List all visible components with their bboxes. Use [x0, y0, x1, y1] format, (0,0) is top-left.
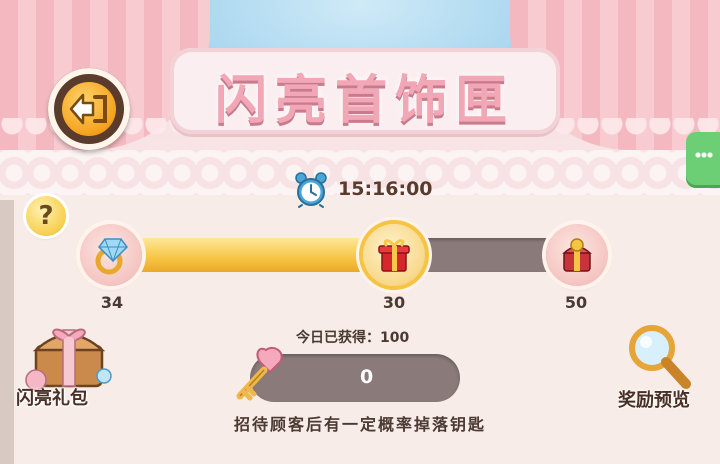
treasure-chest-icon: [25, 328, 112, 391]
title-banner: 闪亮首饰匣: [170, 48, 560, 134]
page-title: 闪亮首饰匣: [214, 71, 515, 131]
treasure-box-icon: [562, 238, 592, 272]
key-drop-hint: 招待顾客后有一定概率掉落钥匙: [233, 415, 486, 434]
heart-key-icon: [236, 346, 283, 401]
game-screen: 闪亮首饰匣 ? 15:16:00 34 30 50 闪亮礼包 今日已获得：100…: [0, 0, 720, 464]
milestone-label-1: 34: [100, 293, 124, 312]
milestone-label-3: 50: [564, 293, 588, 312]
reward-preview-label[interactable]: 奖励预览: [618, 386, 690, 412]
side-menu-tab[interactable]: [686, 132, 720, 188]
progress-fill: [110, 238, 369, 272]
back-button-face: [62, 82, 116, 136]
more-dots-icon: [695, 152, 713, 158]
back-button[interactable]: [48, 68, 130, 150]
alarm-clock-icon: [295, 172, 327, 208]
magnifier-icon[interactable]: [624, 322, 694, 392]
milestone-treasure-box[interactable]: [546, 224, 608, 286]
ring-icon: [95, 238, 128, 275]
timer-text: 15:16:00: [338, 178, 433, 200]
gift-box-icon: [378, 239, 410, 272]
gift-pack-label: 闪亮礼包: [16, 388, 88, 409]
today-obtained: 今日已获得：100: [296, 330, 410, 346]
progress-track: [110, 238, 580, 272]
milestone-gift-box[interactable]: [363, 224, 425, 286]
back-arrow-icon: [69, 93, 107, 125]
key-count: 0: [360, 366, 374, 388]
help-button[interactable]: ?: [26, 196, 66, 236]
milestone-label-2: 30: [382, 293, 406, 312]
milestone-ring[interactable]: [80, 224, 142, 286]
